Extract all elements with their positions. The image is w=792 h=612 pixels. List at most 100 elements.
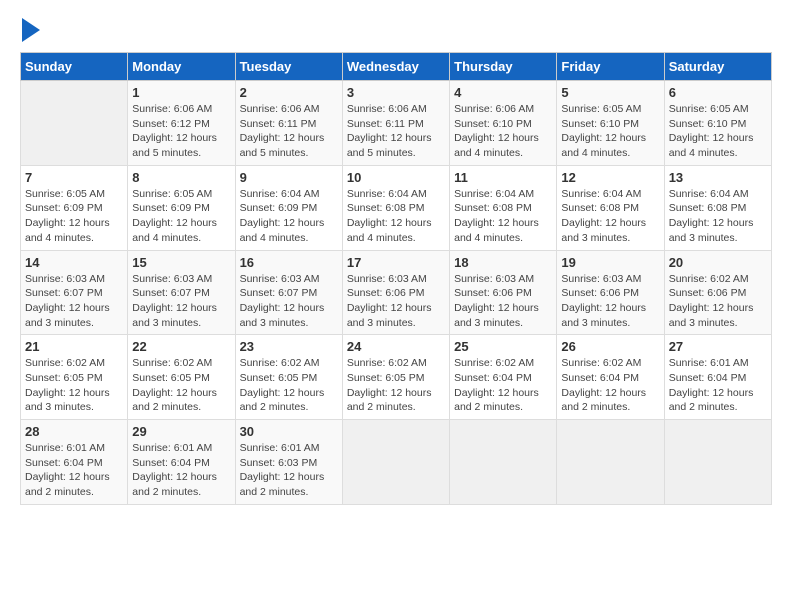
- day-number: 17: [347, 255, 445, 270]
- calendar-cell: [664, 420, 771, 505]
- calendar-cell: 14 Sunrise: 6:03 AM Sunset: 6:07 PM Dayli…: [21, 250, 128, 335]
- calendar-cell: 7 Sunrise: 6:05 AM Sunset: 6:09 PM Daylig…: [21, 165, 128, 250]
- calendar-cell: 12 Sunrise: 6:04 AM Sunset: 6:08 PM Dayli…: [557, 165, 664, 250]
- calendar-cell: 10 Sunrise: 6:04 AM Sunset: 6:08 PM Dayli…: [342, 165, 449, 250]
- day-info: Sunrise: 6:04 AM Sunset: 6:09 PM Dayligh…: [240, 187, 338, 246]
- calendar-cell: 23Sunrise: 6:02 AM Sunset: 6:05 PM Dayli…: [235, 335, 342, 420]
- day-info: Sunrise: 6:01 AM Sunset: 6:04 PM Dayligh…: [132, 441, 230, 500]
- day-number: 8: [132, 170, 230, 185]
- day-number: 3: [347, 85, 445, 100]
- calendar-cell: [21, 81, 128, 166]
- calendar-cell: 20Sunrise: 6:02 AM Sunset: 6:06 PM Dayli…: [664, 250, 771, 335]
- day-info: Sunrise: 6:04 AM Sunset: 6:08 PM Dayligh…: [561, 187, 659, 246]
- logo: [20, 20, 40, 42]
- day-number: 30: [240, 424, 338, 439]
- header-monday: Monday: [128, 53, 235, 81]
- day-number: 28: [25, 424, 123, 439]
- day-info: Sunrise: 6:01 AM Sunset: 6:04 PM Dayligh…: [669, 356, 767, 415]
- day-info: Sunrise: 6:04 AM Sunset: 6:08 PM Dayligh…: [669, 187, 767, 246]
- day-info: Sunrise: 6:05 AM Sunset: 6:09 PM Dayligh…: [25, 187, 123, 246]
- header-friday: Friday: [557, 53, 664, 81]
- calendar-cell: 19 Sunrise: 6:03 AM Sunset: 6:06 PM Dayli…: [557, 250, 664, 335]
- calendar-cell: 30 Sunrise: 6:01 AM Sunset: 6:03 PM Dayli…: [235, 420, 342, 505]
- day-info: Sunrise: 6:01 AM Sunset: 6:04 PM Dayligh…: [25, 441, 123, 500]
- day-number: 26: [561, 339, 659, 354]
- day-info: Sunrise: 6:04 AM Sunset: 6:08 PM Dayligh…: [454, 187, 552, 246]
- calendar-header-row: SundayMondayTuesdayWednesdayThursdayFrid…: [21, 53, 772, 81]
- day-number: 24: [347, 339, 445, 354]
- day-number: 2: [240, 85, 338, 100]
- day-number: 12: [561, 170, 659, 185]
- calendar-week-4: 21 Sunrise: 6:02 AM Sunset: 6:05 PM Dayli…: [21, 335, 772, 420]
- day-number: 1: [132, 85, 230, 100]
- calendar-cell: 4 Sunrise: 6:06 AM Sunset: 6:10 PM Daylig…: [450, 81, 557, 166]
- calendar-cell: 18 Sunrise: 6:03 AM Sunset: 6:06 PM Dayli…: [450, 250, 557, 335]
- calendar-week-5: 28 Sunrise: 6:01 AM Sunset: 6:04 PM Dayli…: [21, 420, 772, 505]
- calendar-cell: 17 Sunrise: 6:03 AM Sunset: 6:06 PM Dayli…: [342, 250, 449, 335]
- day-info: Sunrise: 6:03 AM Sunset: 6:06 PM Dayligh…: [347, 272, 445, 331]
- header-saturday: Saturday: [664, 53, 771, 81]
- day-number: 25: [454, 339, 552, 354]
- header-thursday: Thursday: [450, 53, 557, 81]
- day-number: 14: [25, 255, 123, 270]
- day-info: Sunrise: 6:05 AM Sunset: 6:09 PM Dayligh…: [132, 187, 230, 246]
- day-number: 10: [347, 170, 445, 185]
- day-number: 11: [454, 170, 552, 185]
- day-info: Sunrise: 6:03 AM Sunset: 6:06 PM Dayligh…: [454, 272, 552, 331]
- day-info: Sunrise: 6:06 AM Sunset: 6:12 PM Dayligh…: [132, 102, 230, 161]
- day-number: 9: [240, 170, 338, 185]
- calendar-cell: 16Sunrise: 6:03 AM Sunset: 6:07 PM Dayli…: [235, 250, 342, 335]
- calendar-cell: 2 Sunrise: 6:06 AM Sunset: 6:11 PM Daylig…: [235, 81, 342, 166]
- logo-arrow-icon: [22, 18, 40, 42]
- day-info: Sunrise: 6:03 AM Sunset: 6:07 PM Dayligh…: [25, 272, 123, 331]
- day-info: Sunrise: 6:05 AM Sunset: 6:10 PM Dayligh…: [561, 102, 659, 161]
- calendar-table: SundayMondayTuesdayWednesdayThursdayFrid…: [20, 52, 772, 505]
- header-wednesday: Wednesday: [342, 53, 449, 81]
- day-info: Sunrise: 6:02 AM Sunset: 6:05 PM Dayligh…: [25, 356, 123, 415]
- day-info: Sunrise: 6:06 AM Sunset: 6:10 PM Dayligh…: [454, 102, 552, 161]
- calendar-cell: 11 Sunrise: 6:04 AM Sunset: 6:08 PM Dayli…: [450, 165, 557, 250]
- calendar-cell: 9 Sunrise: 6:04 AM Sunset: 6:09 PM Daylig…: [235, 165, 342, 250]
- day-number: 22: [132, 339, 230, 354]
- calendar-cell: 8 Sunrise: 6:05 AM Sunset: 6:09 PM Daylig…: [128, 165, 235, 250]
- header-tuesday: Tuesday: [235, 53, 342, 81]
- day-number: 27: [669, 339, 767, 354]
- calendar-cell: 1 Sunrise: 6:06 AM Sunset: 6:12 PM Daylig…: [128, 81, 235, 166]
- calendar-cell: 27 Sunrise: 6:01 AM Sunset: 6:04 PM Dayli…: [664, 335, 771, 420]
- day-info: Sunrise: 6:06 AM Sunset: 6:11 PM Dayligh…: [240, 102, 338, 161]
- day-info: Sunrise: 6:03 AM Sunset: 6:06 PM Dayligh…: [561, 272, 659, 331]
- calendar-cell: 15Sunrise: 6:03 AM Sunset: 6:07 PM Dayli…: [128, 250, 235, 335]
- calendar-cell: 29 Sunrise: 6:01 AM Sunset: 6:04 PM Dayli…: [128, 420, 235, 505]
- calendar-week-3: 14 Sunrise: 6:03 AM Sunset: 6:07 PM Dayli…: [21, 250, 772, 335]
- day-number: 20: [669, 255, 767, 270]
- calendar-cell: [342, 420, 449, 505]
- calendar-cell: 26Sunrise: 6:02 AM Sunset: 6:04 PM Dayli…: [557, 335, 664, 420]
- calendar-cell: 3Sunrise: 6:06 AM Sunset: 6:11 PM Daylig…: [342, 81, 449, 166]
- day-info: Sunrise: 6:02 AM Sunset: 6:05 PM Dayligh…: [240, 356, 338, 415]
- header-sunday: Sunday: [21, 53, 128, 81]
- calendar-week-1: 1 Sunrise: 6:06 AM Sunset: 6:12 PM Daylig…: [21, 81, 772, 166]
- day-number: 18: [454, 255, 552, 270]
- day-number: 29: [132, 424, 230, 439]
- day-info: Sunrise: 6:04 AM Sunset: 6:08 PM Dayligh…: [347, 187, 445, 246]
- day-info: Sunrise: 6:02 AM Sunset: 6:05 PM Dayligh…: [132, 356, 230, 415]
- day-number: 7: [25, 170, 123, 185]
- day-info: Sunrise: 6:02 AM Sunset: 6:04 PM Dayligh…: [454, 356, 552, 415]
- calendar-cell: 5 Sunrise: 6:05 AM Sunset: 6:10 PM Daylig…: [557, 81, 664, 166]
- day-number: 13: [669, 170, 767, 185]
- page-header: [20, 20, 772, 42]
- calendar-cell: [557, 420, 664, 505]
- day-info: Sunrise: 6:05 AM Sunset: 6:10 PM Dayligh…: [669, 102, 767, 161]
- day-info: Sunrise: 6:03 AM Sunset: 6:07 PM Dayligh…: [132, 272, 230, 331]
- calendar-cell: 28 Sunrise: 6:01 AM Sunset: 6:04 PM Dayli…: [21, 420, 128, 505]
- day-number: 5: [561, 85, 659, 100]
- day-info: Sunrise: 6:01 AM Sunset: 6:03 PM Dayligh…: [240, 441, 338, 500]
- day-number: 16: [240, 255, 338, 270]
- day-number: 21: [25, 339, 123, 354]
- day-number: 19: [561, 255, 659, 270]
- calendar-cell: 13 Sunrise: 6:04 AM Sunset: 6:08 PM Dayli…: [664, 165, 771, 250]
- day-number: 4: [454, 85, 552, 100]
- calendar-week-2: 7 Sunrise: 6:05 AM Sunset: 6:09 PM Daylig…: [21, 165, 772, 250]
- day-number: 6: [669, 85, 767, 100]
- calendar-cell: 21 Sunrise: 6:02 AM Sunset: 6:05 PM Dayli…: [21, 335, 128, 420]
